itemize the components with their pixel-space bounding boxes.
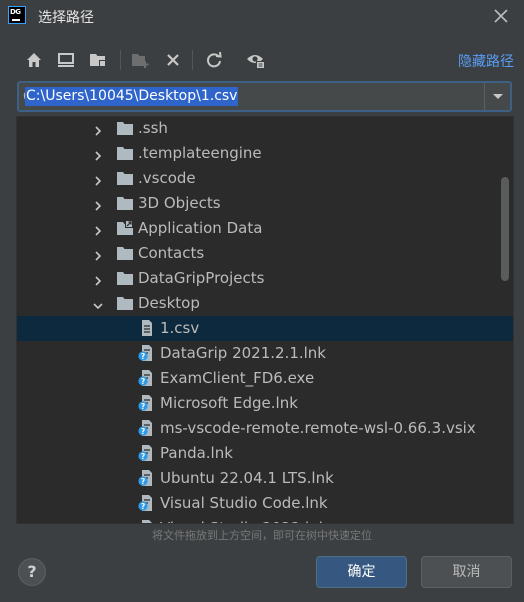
- folder-icon: [116, 170, 134, 186]
- tree-item-label: DataGrip 2021.2.1.lnk: [160, 344, 326, 362]
- tree-item-label: .ssh: [138, 119, 168, 137]
- tree-item-label: 3D Objects: [138, 194, 221, 212]
- folder-icon: [116, 145, 134, 161]
- tree-scrollbar[interactable]: [501, 177, 509, 281]
- unknown-file-icon: ?: [138, 520, 156, 523]
- chevron-down-icon[interactable]: [484, 83, 510, 110]
- tree-file-row[interactable]: ? Panda.lnk: [17, 441, 513, 466]
- chevron-right-icon[interactable]: [92, 172, 104, 186]
- tree-item-label: Application Data: [138, 219, 263, 237]
- folder-icon: [116, 295, 134, 311]
- drag-drop-hint: 将文件拖放到上方空间，即可在树中快速定位: [152, 529, 372, 542]
- tree-file-row[interactable]: 1.csv: [17, 316, 513, 341]
- toolbar-separator: [192, 50, 193, 70]
- svg-text:?: ?: [141, 402, 145, 411]
- tree-item-label: Desktop: [138, 294, 200, 312]
- unknown-file-icon: ?: [138, 495, 156, 511]
- unknown-file-icon: ?: [138, 395, 156, 411]
- tree-item-label: Visual Studio 2022.lnk: [160, 519, 327, 523]
- tree-file-row[interactable]: ? Microsoft Edge.lnk: [17, 391, 513, 416]
- svg-text:?: ?: [141, 427, 145, 436]
- tree-folder-row[interactable]: Desktop: [17, 291, 513, 316]
- datagrip-logo-icon: DG: [8, 6, 26, 24]
- tree-folder-row[interactable]: DataGripProjects: [17, 266, 513, 291]
- desktop-icon[interactable]: [54, 48, 78, 72]
- chevron-right-icon[interactable]: [92, 272, 104, 286]
- close-icon[interactable]: [490, 5, 512, 27]
- chevron-right-icon[interactable]: [92, 222, 104, 236]
- folder-shortcut-icon: [116, 220, 134, 236]
- folder-icon: [116, 195, 134, 211]
- tree-folder-row[interactable]: .templateengine: [17, 141, 513, 166]
- cancel-button[interactable]: 取消: [421, 556, 512, 588]
- unknown-file-icon: ?: [138, 445, 156, 461]
- tree-folder-row[interactable]: Application Data: [17, 216, 513, 241]
- text-file-icon: [138, 320, 156, 336]
- folder-icon: [116, 270, 134, 286]
- tree-item-label: Visual Studio Code.lnk: [160, 494, 328, 512]
- tree-item-label: Ubuntu 22.04.1 LTS.lnk: [160, 469, 334, 487]
- svg-text:?: ?: [141, 477, 145, 486]
- tree-item-label: DataGripProjects: [138, 269, 265, 287]
- app-logo-text: DG: [10, 8, 21, 16]
- tree-item-label: .templateengine: [138, 144, 262, 162]
- help-button[interactable]: ?: [18, 558, 46, 586]
- svg-text:?: ?: [141, 502, 145, 511]
- delete-icon[interactable]: [161, 48, 185, 72]
- project-folder-icon[interactable]: [86, 48, 110, 72]
- chevron-right-icon[interactable]: [92, 197, 104, 211]
- tree-file-row[interactable]: ? Visual Studio 2022.lnk: [17, 516, 513, 523]
- chevron-down-icon[interactable]: [92, 297, 104, 310]
- tree-item-label: ExamClient_FD6.exe: [160, 369, 315, 387]
- toolbar-separator: [120, 50, 121, 70]
- chevron-right-icon[interactable]: [92, 147, 104, 161]
- path-text-selection: C:\Users\10045\Desktop\1.csv: [25, 87, 239, 106]
- svg-text:?: ?: [141, 352, 145, 361]
- unknown-file-icon: ?: [138, 470, 156, 486]
- folder-icon: [116, 245, 134, 261]
- ok-button[interactable]: 确定: [316, 556, 407, 588]
- dialog-title: 选择路径: [38, 10, 94, 26]
- show-hidden-icon[interactable]: [244, 48, 268, 72]
- tree-folder-row[interactable]: 3D Objects: [17, 191, 513, 216]
- tree-item-label: Panda.lnk: [160, 444, 233, 462]
- tree-file-row[interactable]: ? Visual Studio Code.lnk: [17, 491, 513, 516]
- tree-file-row[interactable]: ? ms-vscode-remote.remote-wsl-0.66.3.vsix: [17, 416, 513, 441]
- svg-text:?: ?: [141, 377, 145, 386]
- path-combo[interactable]: C:\Users\10045\Desktop\1.csv: [17, 81, 512, 112]
- tree-item-label: Contacts: [138, 244, 205, 262]
- unknown-file-icon: ?: [138, 345, 156, 361]
- tree-item-label: 1.csv: [160, 319, 200, 337]
- tree-file-row[interactable]: ? ExamClient_FD6.exe: [17, 366, 513, 391]
- file-tree[interactable]: .ssh .templateengine .vscode 3D Objects Appl…: [16, 116, 514, 524]
- new-folder-icon[interactable]: [128, 48, 152, 72]
- tree-item-label: .vscode: [138, 169, 196, 187]
- hide-path-link[interactable]: 隐藏路径: [458, 51, 514, 71]
- tree-item-label: ms-vscode-remote.remote-wsl-0.66.3.vsix: [160, 419, 476, 437]
- svg-text:?: ?: [141, 452, 145, 461]
- title-bar: DG 选择路径: [0, 0, 524, 32]
- tree-file-row[interactable]: ? DataGrip 2021.2.1.lnk: [17, 341, 513, 366]
- toolbar: [18, 46, 514, 74]
- chevron-right-icon[interactable]: [92, 247, 104, 261]
- unknown-file-icon: ?: [138, 370, 156, 386]
- tree-folder-row[interactable]: .vscode: [17, 166, 513, 191]
- tree-item-label: Microsoft Edge.lnk: [160, 394, 298, 412]
- chevron-right-icon[interactable]: [92, 122, 104, 136]
- tree-file-row[interactable]: ? Ubuntu 22.04.1 LTS.lnk: [17, 466, 513, 491]
- folder-icon: [116, 120, 134, 136]
- tree-folder-row[interactable]: .ssh: [17, 117, 513, 141]
- refresh-icon[interactable]: [202, 48, 226, 72]
- tree-folder-row[interactable]: Contacts: [17, 241, 513, 266]
- home-icon[interactable]: [22, 48, 46, 72]
- unknown-file-icon: ?: [138, 420, 156, 436]
